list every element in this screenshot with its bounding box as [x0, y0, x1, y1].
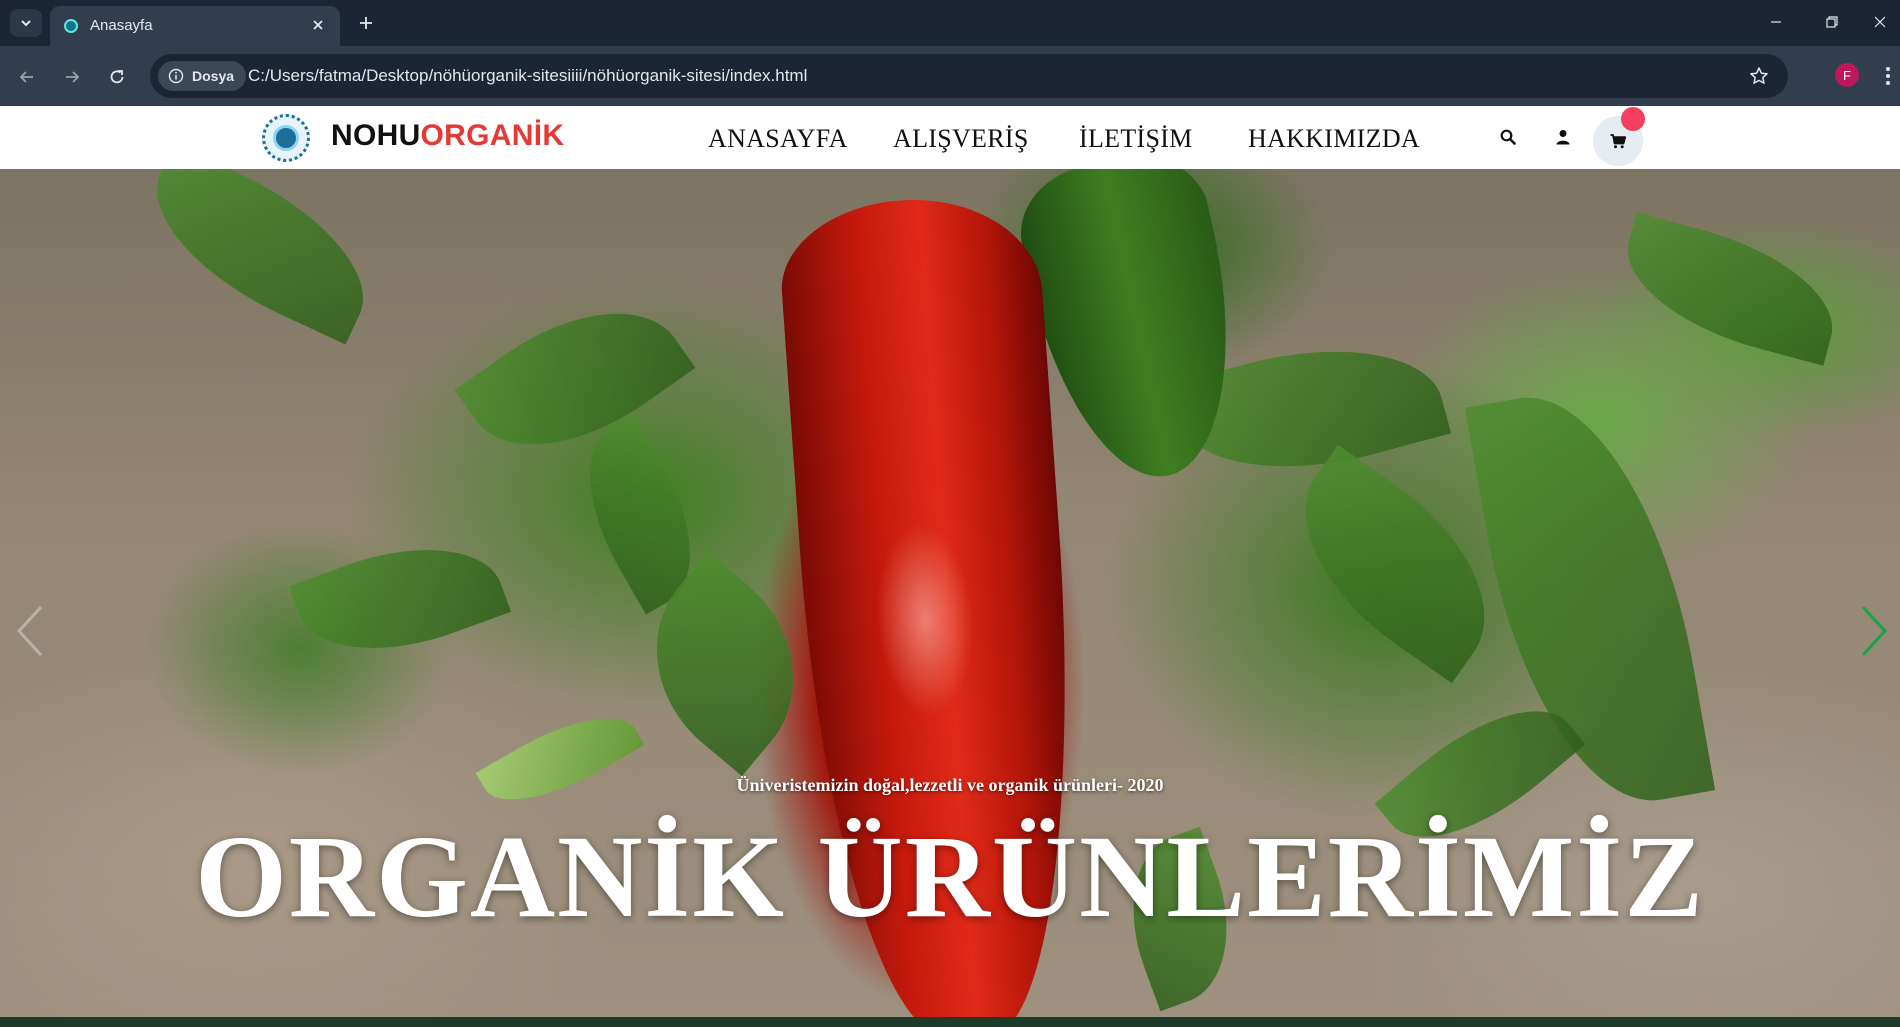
hero-slider: Üniveristemizin doğal,lezzetli ve organi…: [0, 169, 1900, 1017]
restore-icon: [1826, 16, 1838, 28]
forward-button[interactable]: [57, 62, 87, 92]
site-favicon-icon: [64, 19, 78, 33]
arrow-right-icon: [66, 71, 80, 83]
cart-count-badge: [1621, 107, 1645, 131]
taskbar-edge: [0, 1017, 1900, 1027]
restore-button[interactable]: [1812, 8, 1852, 36]
chevron-right-icon: [1861, 605, 1888, 657]
url-text[interactable]: C:/Users/fatma/Desktop/nöhüorganik-sites…: [248, 66, 807, 86]
browser-tab[interactable]: Anasayfa: [50, 6, 340, 46]
nav-anasayfa[interactable]: ANASAYFA: [708, 124, 848, 154]
search-icon: [1500, 129, 1516, 145]
chevron-left-icon: [16, 605, 43, 657]
star-icon: [1750, 67, 1768, 84]
brand-logo[interactable]: NOHUORGANİK: [331, 119, 564, 153]
minimize-icon: [1771, 21, 1781, 23]
user-icon: [1556, 130, 1570, 145]
browser-toolbar: Dosya C:/Users/fatma/Desktop/nöhüorganik…: [0, 46, 1900, 106]
brand-name-part2: ORGANİK: [420, 119, 565, 152]
hero-subtitle: Üniveristemizin doğal,lezzetli ve organi…: [736, 775, 1164, 795]
site-info-chip[interactable]: Dosya: [158, 61, 247, 91]
arrow-left-icon: [19, 71, 33, 83]
site-header: NOHUORGANİK ANASAYFA ALIŞVERİŞ İLETİŞİM …: [0, 106, 1900, 169]
close-icon: [313, 20, 323, 30]
reload-button[interactable]: [102, 62, 132, 92]
reload-icon: [110, 70, 124, 84]
nav-iletisim[interactable]: İLETİŞİM: [1079, 124, 1193, 154]
hero-title: ORGANİK ÜRÜNLERİMİZ: [195, 811, 1705, 942]
tab-close-button[interactable]: [308, 15, 328, 35]
profile-avatar[interactable]: F: [1835, 63, 1859, 87]
nav-hakkimizda[interactable]: HAKKIMIZDA: [1248, 124, 1420, 154]
address-bar[interactable]: Dosya C:/Users/fatma/Desktop/nöhüorganik…: [150, 54, 1788, 98]
tab-title: Anasayfa: [90, 17, 153, 34]
browser-tab-bar: Anasayfa: [0, 0, 1900, 46]
new-tab-button[interactable]: [352, 9, 380, 37]
logo-emblem-icon: [273, 125, 299, 151]
university-logo[interactable]: [262, 114, 310, 162]
browser-menu-button[interactable]: [1880, 62, 1896, 90]
more-vertical-icon: [1886, 67, 1890, 85]
bookmark-button[interactable]: [1748, 65, 1770, 87]
chevron-down-icon: [21, 20, 31, 27]
search-button[interactable]: [1497, 126, 1519, 148]
nav-alisveris[interactable]: ALIŞVERİŞ: [893, 124, 1029, 154]
info-icon: [168, 68, 184, 84]
web-page: NOHUORGANİK ANASAYFA ALIŞVERİŞ İLETİŞİM …: [0, 106, 1900, 1017]
back-button[interactable]: [12, 62, 42, 92]
plus-icon: [360, 17, 372, 29]
tab-search-button[interactable]: [10, 9, 42, 37]
brand-name-part1: NOHU: [331, 119, 421, 152]
slider-next-button[interactable]: [1854, 599, 1894, 663]
window-close-button[interactable]: [1860, 8, 1900, 36]
slider-prev-button[interactable]: [10, 599, 50, 663]
minimize-button[interactable]: [1756, 8, 1796, 36]
security-chip-label: Dosya: [192, 68, 235, 84]
close-icon: [1874, 16, 1886, 28]
account-button[interactable]: [1552, 126, 1574, 148]
cart-icon: [1610, 133, 1626, 148]
